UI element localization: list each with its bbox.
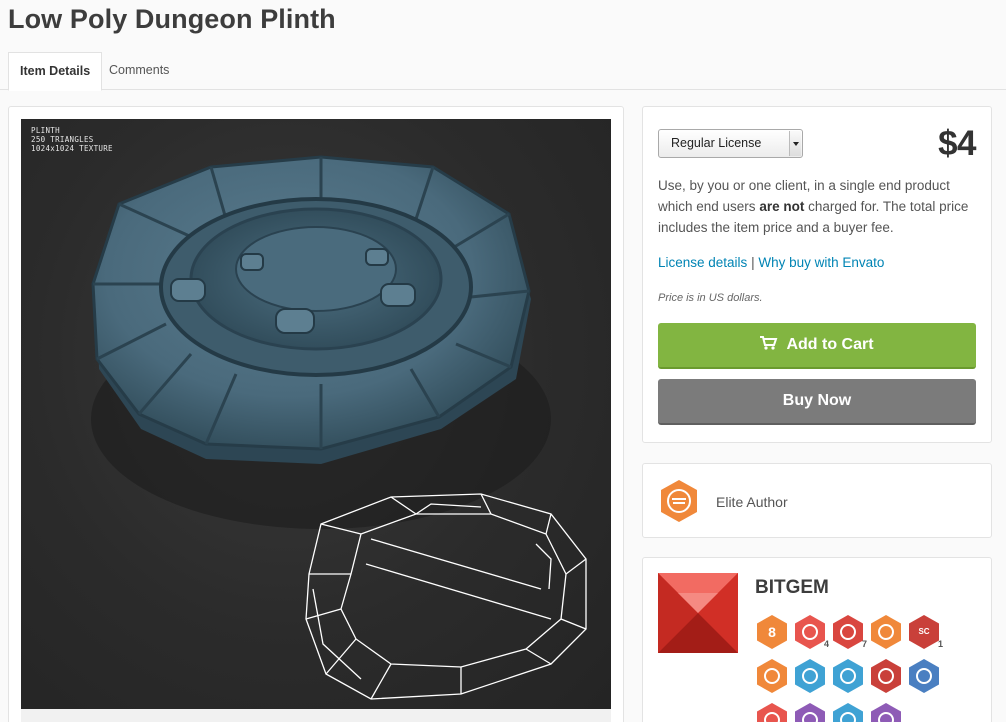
add-to-cart-label: Add to Cart	[786, 336, 874, 353]
bolt-badge-icon[interactable]	[832, 702, 864, 722]
license-details-link[interactable]: License details	[658, 255, 747, 270]
purchase-panel: Regular License $4 Use, by you or one cl…	[642, 106, 992, 443]
wizard-badge-icon[interactable]	[870, 702, 902, 722]
buy-now-button[interactable]: Buy Now	[658, 379, 976, 425]
price-currency-note: Price is in US dollars.	[658, 292, 763, 304]
tab-item-details[interactable]: Item Details	[8, 52, 103, 91]
item-preview-image[interactable]: PLINTH 250 TRIANGLES 1024x1024 TEXTURE	[21, 119, 611, 709]
rank-8-badge-icon[interactable]: 8	[756, 614, 788, 650]
author-avatar[interactable]	[658, 573, 738, 653]
paw-badge-icon[interactable]: 7	[832, 614, 867, 650]
license-description: Use, by you or one client, in a single e…	[658, 178, 969, 235]
elite-author-label: Elite Author	[716, 494, 788, 510]
rocket-badge-icon[interactable]	[794, 702, 826, 722]
select-arrow-icon	[789, 131, 801, 156]
preview-overlay-text: PLINTH 250 TRIANGLES 1024x1024 TEXTURE	[31, 126, 113, 153]
stack-badge-icon[interactable]	[756, 658, 788, 694]
cart-icon	[760, 336, 778, 350]
preview-footer-strip	[21, 709, 611, 722]
preview-panel: PLINTH 250 TRIANGLES 1024x1024 TEXTURE	[8, 106, 624, 722]
license-select[interactable]: Regular License	[658, 129, 803, 158]
page-title: Low Poly Dungeon Plinth	[8, 4, 336, 34]
flask-badge-icon[interactable]	[870, 614, 902, 650]
license-select-value: Regular License	[671, 136, 762, 150]
badge-text: SC	[918, 627, 930, 636]
tab-comments[interactable]: Comments	[98, 52, 180, 90]
elite-author-panel: Elite Author	[642, 463, 992, 538]
overlay-line: 1024x1024 TEXTURE	[31, 144, 113, 153]
tab-bar: Item Details Comments	[0, 52, 1006, 91]
item-price: $4	[938, 124, 976, 163]
badge-count: 4	[823, 639, 829, 649]
overlay-line: PLINTH	[31, 126, 60, 135]
why-buy-link[interactable]: Why buy with Envato	[758, 255, 884, 270]
license-links: License details | Why buy with Envato	[658, 255, 885, 270]
newspaper-badge-icon[interactable]	[908, 658, 940, 694]
document-badge-icon[interactable]	[832, 658, 864, 694]
sc-badge-icon[interactable]: SC 1	[908, 614, 943, 650]
location-badge-icon[interactable]	[756, 702, 788, 722]
elite-author-badge-icon	[661, 480, 697, 522]
overlay-line: 250 TRIANGLES	[31, 135, 94, 144]
author-panel: BITGEM 8 4 7 SC 1	[642, 557, 992, 722]
bow-badge-icon[interactable]	[870, 658, 902, 694]
badge-count: 1	[937, 639, 943, 649]
badge-count: 7	[861, 639, 867, 649]
author-name[interactable]: BITGEM	[755, 577, 829, 599]
badge-text: 8	[768, 624, 776, 640]
link-badge-icon[interactable]: 4	[794, 614, 829, 650]
plinth-render-illustration	[91, 155, 587, 700]
add-to-cart-button[interactable]: Add to Cart	[658, 323, 976, 369]
person-badge-icon[interactable]	[794, 658, 826, 694]
